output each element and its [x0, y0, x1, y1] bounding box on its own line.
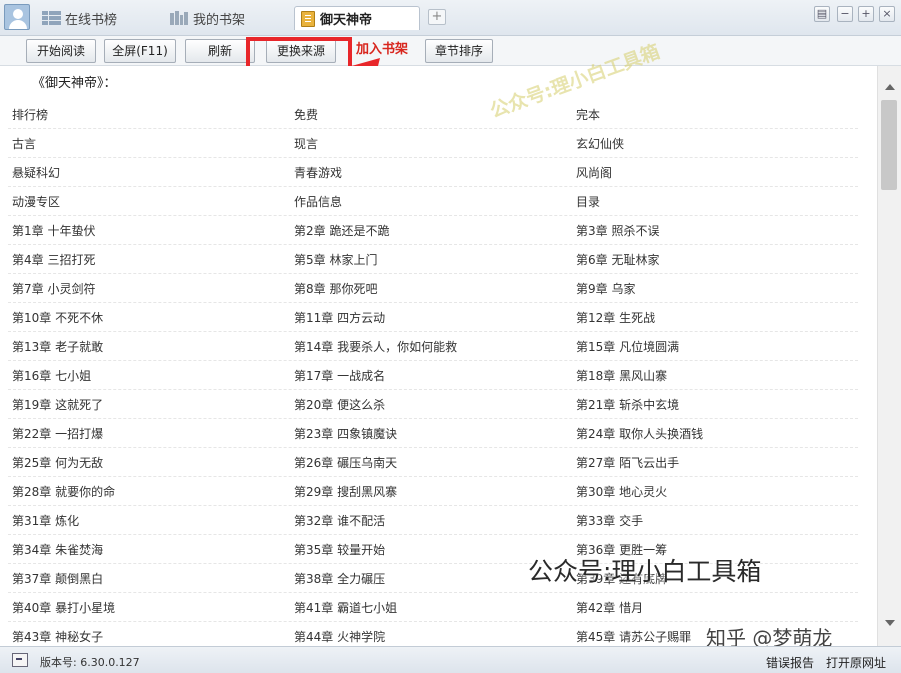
- chapter-link[interactable]: 第17章 一战成名: [290, 367, 572, 384]
- scroll-down-icon[interactable]: [885, 620, 895, 626]
- chapter-link[interactable]: 第32章 谁不配活: [290, 512, 572, 529]
- chapter-link[interactable]: 目录: [572, 193, 854, 210]
- table-row: 第22章 一招打爆 第23章 四象镇魔诀 第24章 取你人头换酒钱: [8, 419, 858, 448]
- chapter-link[interactable]: 第29章 搜刮黑风寨: [290, 483, 572, 500]
- table-row: 第4章 三招打死 第5章 林家上门 第6章 无耻林家: [8, 245, 858, 274]
- tab-label: 御天神帝: [320, 13, 373, 28]
- table-row: 第28章 就要你的命 第29章 搜刮黑风寨 第30章 地心灵火: [8, 477, 858, 506]
- table-row: 排行榜 免费 完本: [8, 100, 858, 129]
- refresh-button[interactable]: 刷新: [185, 39, 255, 63]
- chapter-link[interactable]: 第40章 暴打小星境: [8, 599, 290, 616]
- book-icon: [301, 10, 315, 27]
- tab-my-bookshelf[interactable]: 我的书架: [164, 6, 284, 30]
- chapter-link[interactable]: 第14章 我要杀人，你如何能救: [290, 338, 572, 355]
- chapter-link[interactable]: 第9章 乌家: [572, 280, 854, 297]
- chapter-link[interactable]: 第5章 林家上门: [290, 251, 572, 268]
- table-row: 第1章 十年蛰伏 第2章 跪还是不跪 第3章 照杀不误: [8, 216, 858, 245]
- chapter-link[interactable]: 第26章 碾压乌南天: [290, 454, 572, 471]
- chapter-link[interactable]: 第10章 不死不休: [8, 309, 290, 326]
- chapter-link[interactable]: 第13章 老子就敢: [8, 338, 290, 355]
- table-row: 第7章 小灵剑符 第8章 那你死吧 第9章 乌家: [8, 274, 858, 303]
- chapter-link[interactable]: 悬疑科幻: [8, 164, 290, 181]
- chapter-link[interactable]: 第19章 这就死了: [8, 396, 290, 413]
- chapter-link[interactable]: 第30章 地心灵火: [572, 483, 854, 500]
- status-bar: 版本号: 6.30.0.127 错误报告 打开原网址: [0, 646, 901, 673]
- chapter-link[interactable]: 第16章 七小姐: [8, 367, 290, 384]
- chapter-link[interactable]: 第37章 颠倒黑白: [8, 570, 290, 587]
- chapter-link[interactable]: 第25章 何为无敌: [8, 454, 290, 471]
- chapter-link[interactable]: 第3章 照杀不误: [572, 222, 854, 239]
- chapter-link[interactable]: 第42章 惜月: [572, 599, 854, 616]
- chapter-link[interactable]: 作品信息: [290, 193, 572, 210]
- tab-bar: 在线书榜 我的书架 御天神帝 + ▤ − + ×: [0, 0, 901, 36]
- vertical-scrollbar[interactable]: [877, 66, 901, 646]
- chapter-link[interactable]: 第1章 十年蛰伏: [8, 222, 290, 239]
- table-row: 第10章 不死不休 第11章 四方云动 第12章 生死战: [8, 303, 858, 332]
- chapter-link[interactable]: 青春游戏: [290, 164, 572, 181]
- version-label: 版本号: 6.30.0.127: [40, 656, 140, 669]
- chapter-link[interactable]: 第28章 就要你的命: [8, 483, 290, 500]
- book-title: 《御天神帝》：: [32, 76, 117, 91]
- open-source-url-link[interactable]: 打开原网址: [826, 654, 886, 671]
- fullscreen-button[interactable]: 全屏(F11): [104, 39, 176, 63]
- watermark-lower: 公众号:理小白工具箱: [528, 557, 762, 586]
- chapter-link[interactable]: 动漫专区: [8, 193, 290, 210]
- chapter-link[interactable]: 第44章 火神学院: [290, 628, 572, 645]
- start-reading-button[interactable]: 开始阅读: [26, 39, 96, 63]
- scroll-up-icon[interactable]: [885, 84, 895, 90]
- chapter-link[interactable]: 第18章 黑风山寨: [572, 367, 854, 384]
- chapter-link[interactable]: 现言: [290, 135, 572, 152]
- chapter-link[interactable]: 第15章 凡位境圆满: [572, 338, 854, 355]
- chapter-link[interactable]: 第33章 交手: [572, 512, 854, 529]
- chapter-link[interactable]: 古言: [8, 135, 290, 152]
- chapter-link[interactable]: 第21章 斩杀中玄境: [572, 396, 854, 413]
- chapter-link[interactable]: 第34章 朱雀焚海: [8, 541, 290, 558]
- exit-icon[interactable]: [12, 653, 28, 667]
- table-row: 第31章 炼化 第32章 谁不配活 第33章 交手: [8, 506, 858, 535]
- table-row: 动漫专区 作品信息 目录: [8, 187, 858, 216]
- chapter-link[interactable]: 第27章 陌飞云出手: [572, 454, 854, 471]
- chapter-link[interactable]: 排行榜: [8, 106, 290, 123]
- chapter-link[interactable]: 第6章 无耻林家: [572, 251, 854, 268]
- table-row: 古言 现言 玄幻仙侠: [8, 129, 858, 158]
- chapter-link[interactable]: 第2章 跪还是不跪: [290, 222, 572, 239]
- add-tab-button[interactable]: +: [428, 9, 446, 25]
- table-row: 第16章 七小姐 第17章 一战成名 第18章 黑风山寨: [8, 361, 858, 390]
- minimize-button[interactable]: −: [837, 6, 853, 22]
- chapter-link[interactable]: 第12章 生死战: [572, 309, 854, 326]
- chapter-link[interactable]: 第24章 取你人头换酒钱: [572, 425, 854, 442]
- tab-label: 在线书榜: [65, 12, 118, 28]
- table-row: 第25章 何为无敌 第26章 碾压乌南天 第27章 陌飞云出手: [8, 448, 858, 477]
- chapter-link[interactable]: 第41章 霸道七小姐: [290, 599, 572, 616]
- tab-online-rankings[interactable]: 在线书榜: [36, 6, 156, 30]
- tab-current-book[interactable]: 御天神帝: [294, 6, 420, 30]
- chapter-link[interactable]: 完本: [572, 106, 854, 123]
- chapter-link[interactable]: 第43章 神秘女子: [8, 628, 290, 645]
- report-error-link[interactable]: 错误报告: [766, 654, 814, 671]
- chapter-link[interactable]: 第4章 三招打死: [8, 251, 290, 268]
- tab-label: 我的书架: [193, 12, 246, 28]
- chapter-link[interactable]: 风尚阁: [572, 164, 854, 181]
- table-row: 第40章 暴打小星境 第41章 霸道七小姐 第42章 惜月: [8, 593, 858, 622]
- table-row: 悬疑科幻 青春游戏 风尚阁: [8, 158, 858, 187]
- chapter-link[interactable]: 第20章 便这么杀: [290, 396, 572, 413]
- chapter-link[interactable]: 第7章 小灵剑符: [8, 280, 290, 297]
- menu-button[interactable]: ▤: [814, 6, 830, 22]
- list-grid-icon: [42, 11, 61, 25]
- chapter-link[interactable]: 第11章 四方云动: [290, 309, 572, 326]
- table-row: 第13章 老子就敢 第14章 我要杀人，你如何能救 第15章 凡位境圆满: [8, 332, 858, 361]
- close-button[interactable]: ×: [879, 6, 895, 22]
- chapter-link[interactable]: 第31章 炼化: [8, 512, 290, 529]
- bookshelf-icon: [170, 11, 188, 25]
- chapter-link[interactable]: 玄幻仙侠: [572, 135, 854, 152]
- maximize-button[interactable]: +: [858, 6, 874, 22]
- user-avatar[interactable]: [4, 4, 30, 30]
- chapter-link[interactable]: 第22章 一招打爆: [8, 425, 290, 442]
- chapter-link[interactable]: 第23章 四象镇魔诀: [290, 425, 572, 442]
- table-row: 第19章 这就死了 第20章 便这么杀 第21章 斩杀中玄境: [8, 390, 858, 419]
- chapter-link[interactable]: 第8章 那你死吧: [290, 280, 572, 297]
- scroll-thumb[interactable]: [881, 100, 897, 190]
